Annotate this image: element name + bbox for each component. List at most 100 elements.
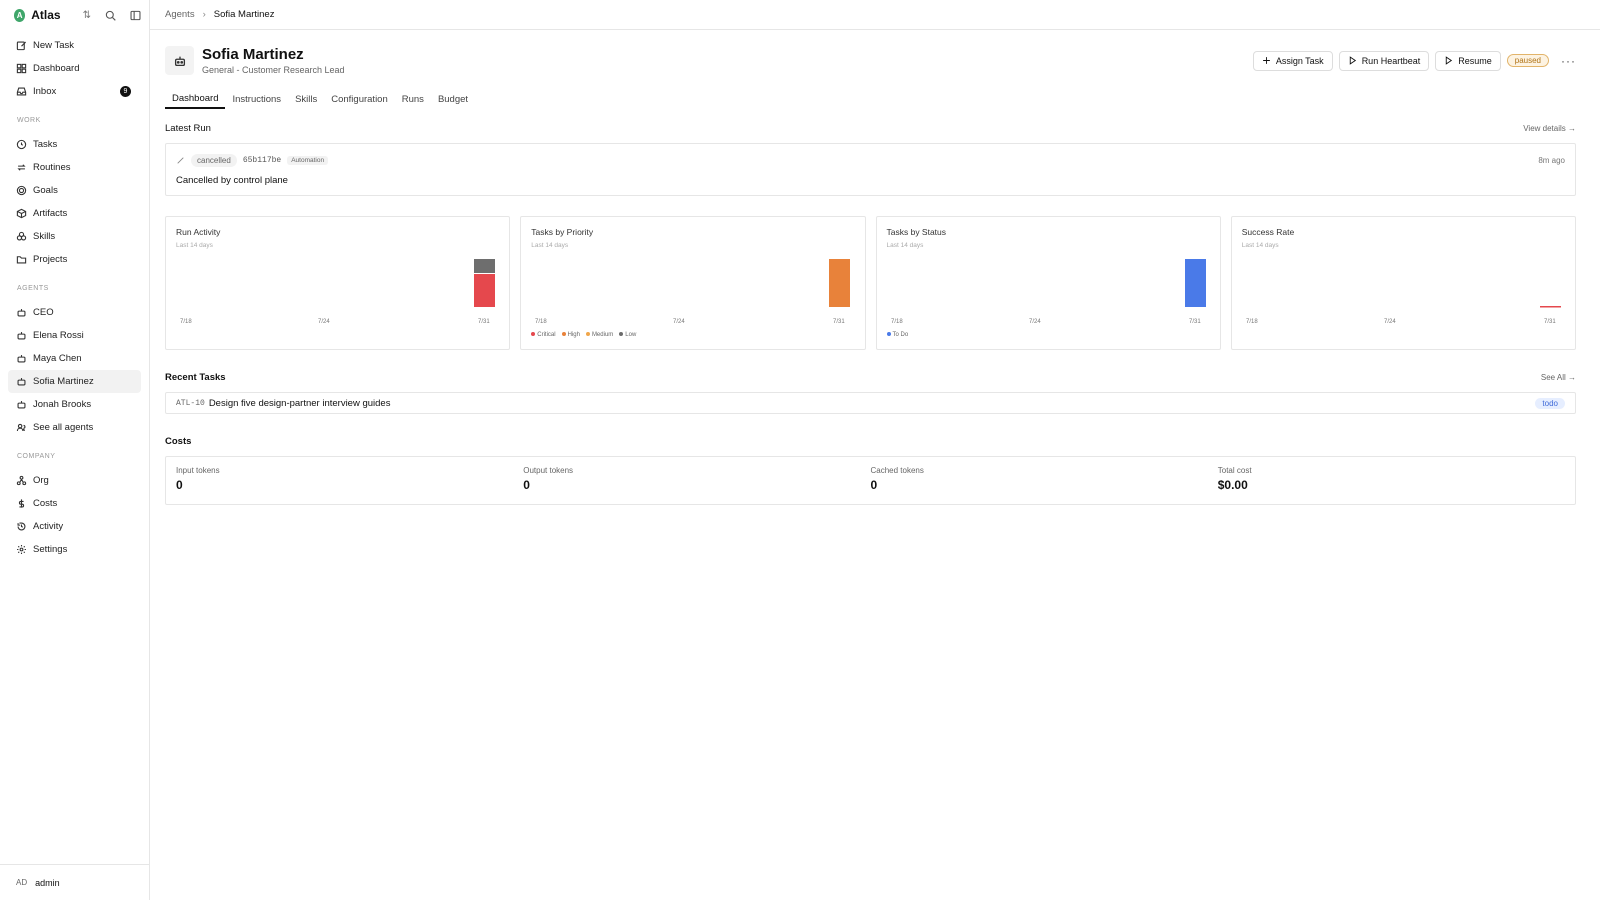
tick-label: 7/24: [318, 319, 330, 325]
agent-tabs: Dashboard Instructions Skills Configurat…: [165, 89, 1576, 109]
sidebar-see-all-agents[interactable]: See all agents: [0, 416, 141, 439]
cost-value: 0: [870, 478, 878, 492]
sidebar-item-org[interactable]: Org: [0, 469, 141, 492]
tab-budget[interactable]: Budget: [431, 89, 475, 109]
sidebar-item-label: Routines: [33, 162, 71, 173]
sidebar-agent-elena-rossi[interactable]: Elena Rossi: [0, 324, 141, 347]
more-options-icon[interactable]: ···: [1561, 54, 1576, 68]
sidebar-toggle-icon[interactable]: [130, 10, 141, 21]
cost-value: $0.00: [1217, 478, 1248, 492]
sidebar-item-activity[interactable]: Activity: [0, 515, 141, 538]
pencil-square-icon: [16, 41, 27, 51]
sidebar-item-label: Artifacts: [33, 208, 68, 219]
robot-icon: [17, 355, 26, 363]
tick-label: 7/18: [1246, 319, 1258, 325]
assign-task-button[interactable]: Assign Task: [1252, 50, 1333, 71]
user-menu[interactable]: AD admin: [0, 864, 149, 900]
breadcrumb: Agents › Sofia Martinez: [150, 0, 1600, 30]
chart-title: Tasks by Priority: [531, 227, 594, 237]
costs-card: Input tokens 0 Output tokens 0 Cached to…: [165, 456, 1576, 505]
sidebar-agent-jonah-brooks[interactable]: Jonah Brooks: [0, 393, 141, 416]
play-icon: [1446, 56, 1453, 65]
sidebar-item-costs[interactable]: Costs: [0, 492, 141, 515]
sidebar-item-artifacts[interactable]: Artifacts: [0, 202, 141, 225]
run-activity-plot: 7/18 7/24 7/31: [180, 259, 495, 325]
tasks-by-status-plot: 7/18 7/24 7/31: [891, 259, 1206, 325]
see-all-link[interactable]: See All →: [1541, 373, 1576, 382]
sidebar-agent-maya-chen[interactable]: Maya Chen: [0, 347, 141, 370]
tab-instructions[interactable]: Instructions: [225, 89, 288, 109]
breadcrumb-agents-link[interactable]: Agents: [165, 9, 195, 20]
tab-dashboard[interactable]: Dashboard: [165, 89, 226, 109]
chart-subtitle: Last 14 days: [531, 242, 569, 249]
button-label: Run Heartbeat: [1361, 55, 1421, 66]
run-message: Cancelled by control plane: [176, 175, 288, 186]
cost-cached-tokens: Cached tokens 0: [871, 466, 1218, 495]
legend-todo: To Do: [886, 332, 908, 338]
sidebar-agent-sofia-martinez[interactable]: Sofia Martinez: [8, 370, 141, 393]
dashboard-icon: [16, 63, 27, 74]
tab-runs[interactable]: Runs: [395, 89, 431, 109]
tab-configuration[interactable]: Configuration: [324, 89, 395, 109]
cost-value: 0: [176, 478, 183, 492]
resume-button[interactable]: Resume: [1435, 50, 1501, 71]
run-time: 8m ago: [1538, 156, 1565, 165]
tab-skills[interactable]: Skills: [288, 89, 324, 109]
cost-label: Input tokens: [176, 466, 220, 475]
breadcrumb-current: Sofia Martinez: [213, 9, 275, 20]
org-chart-icon: [16, 475, 27, 486]
latest-run-card[interactable]: cancelled 65b117be Automation 8m ago Can…: [165, 143, 1576, 196]
tick-label: 7/31: [833, 319, 845, 325]
button-label: Assign Task: [1275, 55, 1324, 66]
sidebar-item-settings[interactable]: Settings: [0, 538, 141, 561]
page-title: Sofia Martinez: [202, 46, 304, 63]
chart-title: Tasks by Status: [886, 227, 947, 237]
users-icon: [16, 423, 26, 431]
sidebar-item-label: Goals: [33, 185, 58, 196]
robot-icon: [17, 401, 26, 409]
sidebar-item-goals[interactable]: Goals: [0, 179, 141, 202]
tick-label: 7/24: [673, 319, 685, 325]
sidebar-item-label: Skills: [33, 231, 56, 242]
sidebar-item-label: Elena Rossi: [33, 330, 84, 341]
latest-run-heading: Latest Run: [165, 123, 211, 134]
tick-label: 7/24: [1029, 319, 1041, 325]
cost-input-tokens: Input tokens 0: [176, 466, 523, 495]
agent-robot-icon: [165, 46, 194, 75]
tasks-by-priority-chart: Tasks by Priority Last 14 days 7/18 7/24…: [520, 216, 866, 350]
folder-icon: [16, 256, 27, 264]
sidebar-item-label: Projects: [33, 254, 68, 265]
boxes-icon: [16, 231, 27, 241]
run-tag: Automation: [287, 156, 329, 165]
search-icon[interactable]: [105, 10, 116, 21]
sidebar-agent-ceo[interactable]: CEO: [0, 301, 141, 324]
status-badge: paused: [1506, 54, 1549, 67]
chevron-up-down-icon[interactable]: ⇅: [83, 10, 91, 21]
sidebar-item-routines[interactable]: Routines: [0, 156, 141, 179]
run-heartbeat-button[interactable]: Run Heartbeat: [1338, 50, 1430, 71]
bar-high: [829, 259, 851, 307]
gear-icon: [17, 545, 26, 554]
run-status-badge: cancelled: [191, 154, 237, 167]
cost-total: Total cost $0.00: [1218, 466, 1565, 495]
view-details-link[interactable]: View details →: [1523, 124, 1576, 133]
play-icon: [1349, 56, 1356, 65]
workspace-switcher[interactable]: A Atlas ⇅: [0, 0, 149, 30]
chevron-right-icon: ›: [202, 9, 206, 20]
sidebar-item-dashboard[interactable]: Dashboard: [0, 57, 141, 80]
sidebar-item-projects[interactable]: Projects: [0, 248, 141, 271]
workspace-name: Atlas: [31, 8, 61, 22]
table-row[interactable]: ATL-10 Design five design-partner interv…: [165, 392, 1576, 414]
sidebar-item-inbox[interactable]: Inbox 9: [0, 80, 141, 103]
sidebar-item-label: Settings: [33, 544, 68, 555]
sidebar-item-new-task[interactable]: New Task: [0, 34, 141, 57]
sidebar-item-label: Costs: [33, 498, 58, 509]
sidebar-item-skills[interactable]: Skills: [0, 225, 141, 248]
repeat-icon: [17, 164, 26, 171]
sidebar-item-label: Activity: [33, 521, 64, 532]
bar-todo: [1184, 259, 1206, 307]
task-title: Design five design-partner interview gui…: [208, 397, 391, 409]
sidebar-item-tasks[interactable]: Tasks: [0, 133, 141, 156]
user-name: admin: [35, 877, 60, 888]
history-icon: [17, 522, 26, 531]
